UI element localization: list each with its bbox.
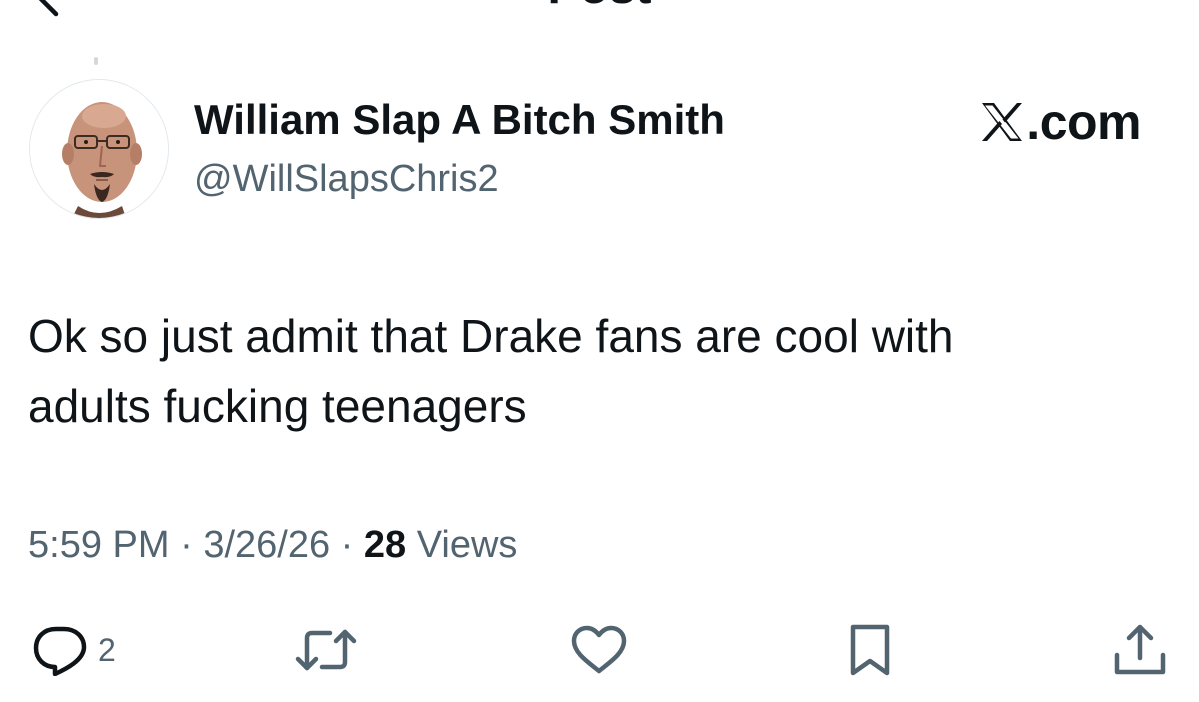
- action-bar: 2: [0, 610, 1199, 690]
- views-label[interactable]: Views: [406, 524, 518, 566]
- heart-icon: [571, 625, 627, 674]
- author-handle[interactable]: @WillSlapsChris2: [194, 156, 499, 202]
- repost-button[interactable]: [294, 610, 358, 690]
- like-button[interactable]: [570, 610, 628, 690]
- meta-separator: ·: [330, 524, 364, 566]
- reply-button[interactable]: 2: [32, 610, 116, 690]
- upload-arrow-icon: [1114, 624, 1166, 675]
- post-body-text: Ok so just admit that Drake fans are coo…: [28, 310, 954, 432]
- brand-text: .com: [1026, 94, 1141, 150]
- avatar[interactable]: [29, 79, 169, 219]
- speech-bubble-icon: [33, 626, 87, 676]
- author-display-name[interactable]: William Slap A Bitch Smith: [194, 96, 725, 144]
- page-title: Post: [0, 0, 1199, 12]
- views-count[interactable]: 28: [364, 524, 406, 566]
- x-logo-icon: [982, 103, 1023, 141]
- share-button[interactable]: [1112, 610, 1168, 690]
- meta-separator: ·: [169, 524, 204, 566]
- bookmark-button[interactable]: [846, 610, 894, 690]
- x-brand-watermark: .com: [980, 96, 1141, 148]
- repost-arrows-icon: [295, 629, 357, 671]
- thread-dot: [94, 57, 98, 65]
- top-navigation-bar: Post: [0, 0, 1199, 20]
- reply-count: 2: [98, 632, 116, 668]
- post-date[interactable]: 3/26/26: [203, 524, 330, 566]
- avatar-portrait-icon: [30, 80, 168, 218]
- post-time[interactable]: 5:59 PM: [28, 524, 170, 566]
- post-metadata: 5:59 PM · 3/26/26 · 28 Views: [28, 520, 517, 570]
- bookmark-icon: [850, 624, 890, 676]
